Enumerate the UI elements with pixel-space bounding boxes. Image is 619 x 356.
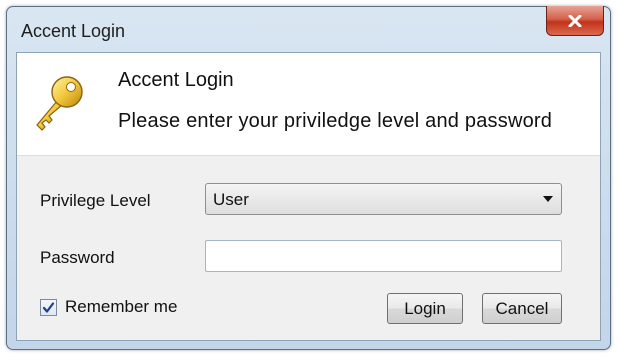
chevron-down-icon[interactable] [543, 196, 553, 202]
privilege-level-label: Privilege Level [40, 191, 151, 210]
remember-me-checkbox[interactable] [40, 299, 57, 316]
header-subtitle: Please enter your priviledge level and p… [118, 110, 553, 132]
cancel-button[interactable]: Cancel [482, 293, 562, 324]
privilege-level-select[interactable]: User [205, 183, 562, 215]
checkmark-icon [42, 302, 55, 313]
dialog-header: Accent Login Please enter your priviledg… [17, 53, 600, 156]
close-button[interactable] [546, 6, 604, 36]
password-label: Password [40, 248, 115, 267]
header-title: Accent Login [118, 69, 234, 91]
remember-me-label[interactable]: Remember me [65, 297, 177, 317]
login-dialog-window: Accent Login Accent Login Please enter y… [6, 6, 611, 350]
key-icon [36, 76, 83, 131]
title-bar[interactable]: Accent Login [7, 6, 610, 51]
window-title: Accent Login [21, 21, 126, 41]
close-icon [568, 14, 582, 27]
password-input[interactable] [205, 240, 562, 272]
dialog-body: Accent Login Please enter your priviledg… [16, 52, 601, 341]
privilege-level-value: User [213, 190, 249, 209]
login-button[interactable]: Login [387, 293, 463, 324]
